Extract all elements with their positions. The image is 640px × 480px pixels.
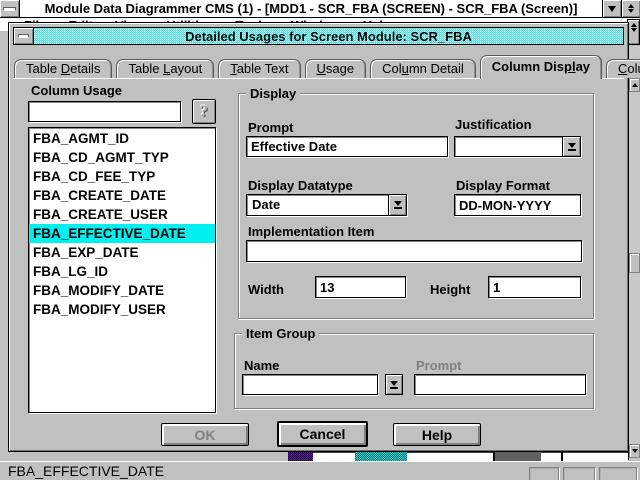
restore-up-icon [628,4,634,8]
minimize-icon [608,6,616,12]
background-field [313,452,355,461]
scroll-down-button[interactable] [629,444,640,458]
restore-down-icon [628,9,634,13]
tab-panel [13,78,624,447]
tab-column-detail[interactable]: Column Detail [370,59,476,78]
tab-strip: Table DetailsTable LayoutTable Text Usage… [14,54,623,78]
minimize-button[interactable] [602,0,621,17]
background-field-dark [495,452,541,461]
vertical-scrollbar[interactable] [628,46,640,460]
restore-button[interactable] [621,0,640,17]
detailed-usages-dialog: Detailed Usages for Screen Module: SCR_F… [8,22,629,452]
background-field [541,452,561,461]
dialog-title: Detailed Usages for Screen Module: SCR_F… [185,29,472,44]
dialog-system-menu-button[interactable] [13,27,34,45]
dialog-titlebar: Detailed Usages for Screen Module: SCR_F… [13,27,624,45]
restore-down-icon [631,28,637,32]
main-window-title: Module Data Diagrammer CMS (1) - [MDD1 -… [20,0,602,17]
scroll-up-button[interactable] [629,78,640,92]
tab-table-layout[interactable]: Table Layout [116,59,214,78]
tab-column-display[interactable]: Column Display [480,55,602,79]
status-panel-2 [563,467,595,480]
scrollbar-thumb[interactable] [629,253,640,273]
background-form-strip [288,452,628,461]
main-system-menu-button[interactable] [0,0,20,17]
background-field-purple [288,452,313,461]
status-panel-3 [599,467,637,480]
background-field-teal [355,452,407,461]
scroll-down-icon [632,449,638,453]
background-field [407,452,493,461]
tab-column-text[interactable]: Column Text [606,59,640,78]
tab-table-text[interactable]: Table Text [218,59,300,78]
dialog-title-strip: Detailed Usages for Screen Module: SCR_F… [34,27,624,45]
restore-up-icon [631,23,637,27]
main-window-titlebar: Module Data Diagrammer CMS (1) - [MDD1 -… [0,0,640,18]
scroll-up-icon [632,83,638,87]
tab-table-details[interactable]: Table Details [14,59,112,78]
status-bar: FBA_EFFECTIVE_DATE [0,461,640,480]
status-text: FBA_EFFECTIVE_DATE [8,463,164,480]
system-menu-icon [18,34,29,38]
tab-usage[interactable]: Usage [305,59,367,78]
status-panel-1 [529,467,559,480]
system-menu-icon [3,7,16,11]
background-field [563,452,628,461]
